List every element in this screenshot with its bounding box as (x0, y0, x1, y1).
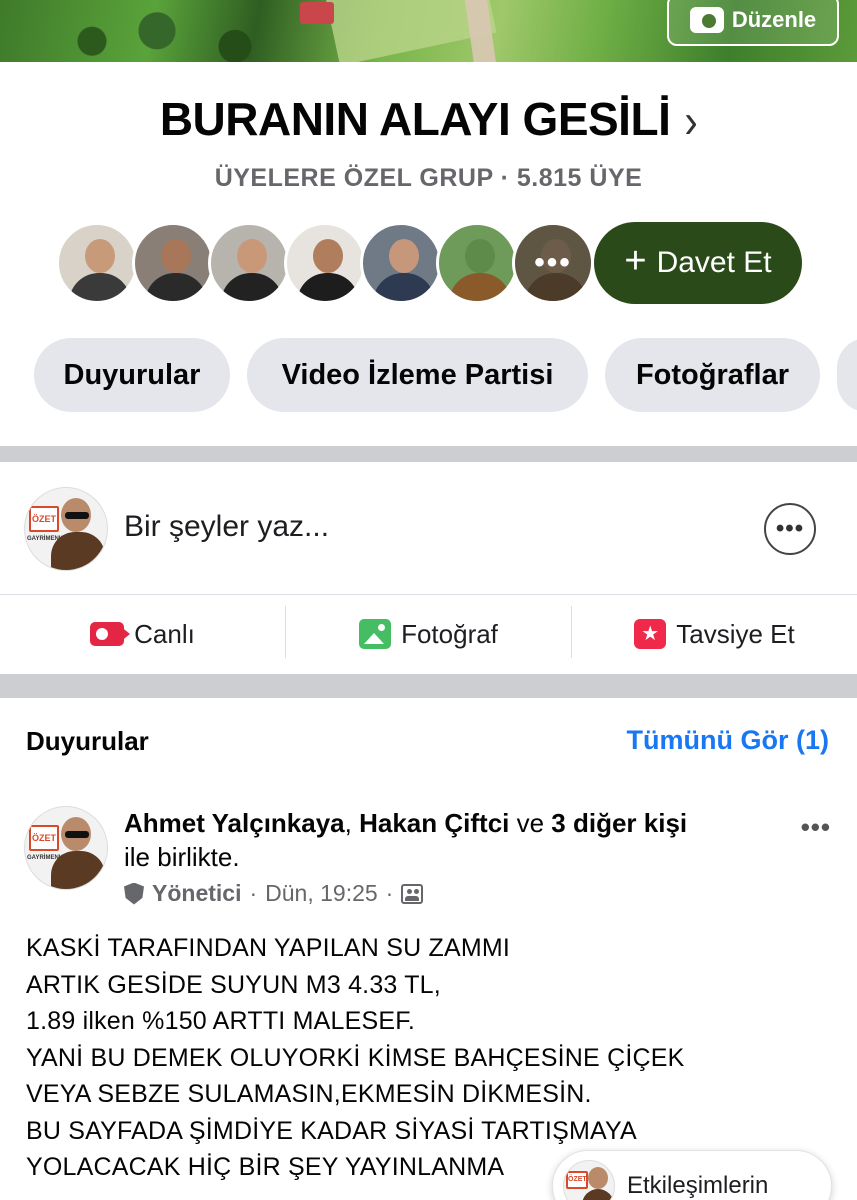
composer-input[interactable]: Bir şeyler yaz... (124, 510, 329, 544)
engagement-label: Etkileşimlerin (627, 1172, 769, 1199)
post-others[interactable]: 3 diğer kişi (551, 808, 687, 838)
chip-video-izleme-partisi[interactable]: Video İzleme Partisi (247, 338, 588, 412)
with-text: ile birlikte. (124, 842, 240, 872)
cover-trees (40, 10, 300, 62)
post-body: KASKİ TARAFINDAN YAPILAN SU ZAMMI ARTIK … (26, 930, 831, 1186)
edit-cover-label: Düzenle (731, 7, 817, 32)
post-author-avatar[interactable]: ÖZET GAYRİMENKUL (24, 806, 108, 890)
member-avatar[interactable] (436, 222, 518, 304)
post-line: 1.89 ilken %150 ARTTI MALESEF. (26, 1007, 416, 1035)
live-video-icon (90, 622, 131, 646)
ozet-logo: ÖZET (29, 506, 59, 532)
announcements-title: Duyurular (26, 726, 149, 756)
more-members-indicator: ••• (515, 225, 591, 301)
photo-button[interactable]: Fotoğraf (286, 608, 571, 660)
post-line: ARTIK GESİDE SUYUN M3 4.33 TL, (26, 970, 441, 999)
see-all-link[interactable]: Tümünü Gör (1) (627, 725, 829, 756)
post-line: BU SAYFADA ŞİMDİYE KADAR SİYASİ TARTIŞMA… (26, 1116, 637, 1145)
post-author-2[interactable]: Hakan Çiftci (359, 808, 509, 838)
composer-more-button[interactable]: ••• (764, 503, 816, 555)
and-text: ve (509, 808, 552, 838)
member-avatar[interactable] (56, 222, 138, 304)
recommend-icon: ★ (634, 619, 667, 649)
group-name-text: BURANIN ALAYI GESİLİ (159, 93, 671, 145)
meta-dot: · (385, 880, 394, 906)
chevron-right-icon: › (684, 95, 698, 149)
post-line: VEYA SEBZE SULAMASIN,EKMESİN DİKMESİN. (26, 1080, 592, 1108)
member-avatar[interactable] (208, 222, 290, 304)
user-avatar[interactable]: ÖZET GAYRİMENKUL (24, 487, 108, 571)
post-options-button[interactable]: ••• (801, 812, 831, 843)
section-divider (0, 674, 857, 698)
group-audience-icon (401, 883, 424, 904)
cover-photo: Düzenle (0, 0, 857, 62)
cover-house (300, 2, 334, 24)
post-header: Ahmet Yalçınkaya, Hakan Çiftci ve 3 diğe… (124, 806, 774, 874)
engagement-button[interactable]: ÖZET Etkileşimlerin (552, 1150, 832, 1200)
post-author-1[interactable]: Ahmet Yalçınkaya (124, 808, 345, 838)
member-avatar[interactable] (284, 222, 366, 304)
live-video-button[interactable]: Canlı (0, 608, 285, 660)
engagement-avatar: ÖZET (563, 1160, 615, 1200)
post-role: Yönetici (152, 880, 242, 906)
group-meta: ÜYELERE ÖZEL GRUP · 5.815 ÜYE (214, 164, 643, 192)
post-line: YANİ BU DEMEK OLUYORKİ KİMSE BAHÇESİNE Ç… (26, 1043, 685, 1072)
camera-icon (689, 7, 724, 33)
group-name[interactable]: BURANIN ALAYI GESİLİ › (0, 92, 857, 148)
recommend-button[interactable]: ★ Tavsiye Et (572, 608, 857, 660)
live-label: Canlı (134, 618, 195, 649)
member-avatar-more[interactable]: ••• (512, 222, 594, 304)
photo-icon (359, 619, 392, 649)
chip-next[interactable] (837, 338, 857, 412)
invite-button[interactable]: + Davet Et (594, 222, 802, 304)
plus-icon: + (624, 240, 647, 282)
photo-label: Fotoğraf (401, 618, 498, 649)
post-meta: Yönetici · Dün, 19:25 · (124, 880, 424, 907)
author-separator: , (344, 808, 360, 838)
post-line: KASKİ TARAFINDAN YAPILAN SU ZAMMI (26, 934, 511, 962)
admin-shield-icon (124, 882, 144, 905)
chip-duyurular[interactable]: Duyurular (34, 338, 230, 412)
invite-label: Davet Et (656, 246, 772, 279)
chip-fotograflar[interactable]: Fotoğraflar (605, 338, 820, 412)
edit-cover-button[interactable]: Düzenle (667, 0, 839, 46)
composer-divider (0, 594, 857, 595)
member-avatar[interactable] (360, 222, 442, 304)
ozet-logo: ÖZET (29, 825, 59, 851)
meta-dot: · (249, 880, 258, 906)
member-avatar[interactable] (132, 222, 214, 304)
section-divider (0, 446, 857, 462)
post-time[interactable]: Dün, 19:25 (265, 880, 378, 907)
recommend-label: Tavsiye Et (676, 618, 795, 649)
